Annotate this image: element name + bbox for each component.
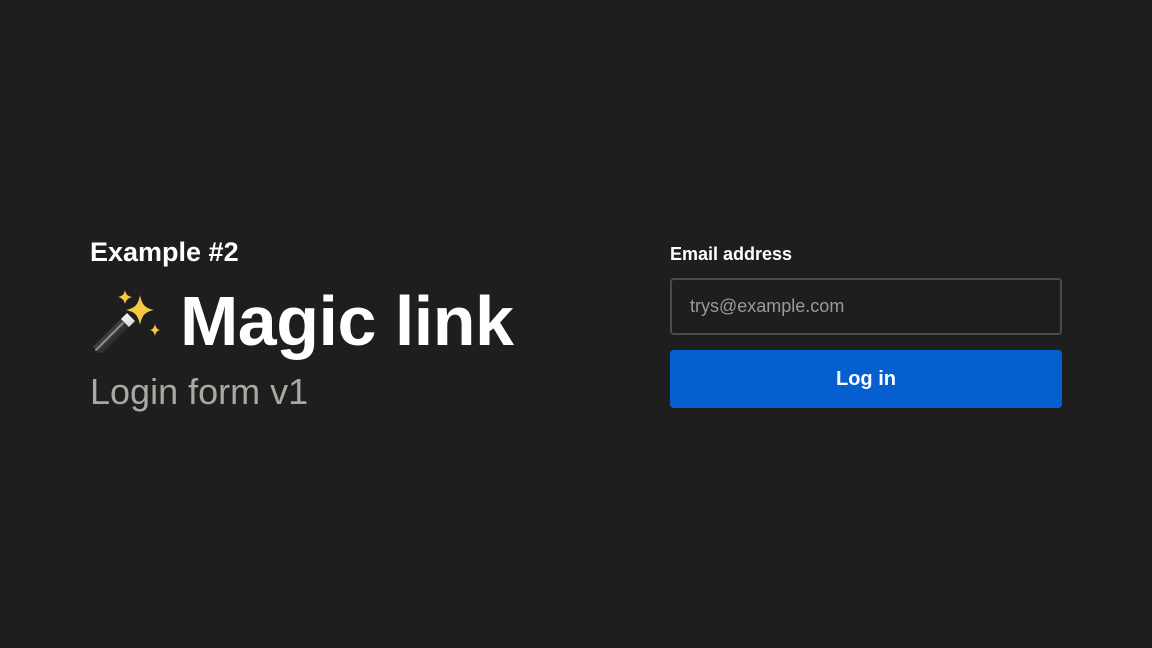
login-form: Email address Log in [670,242,1062,408]
intro-section: Example #2 Magic link Login form v1 [90,236,590,414]
log-in-button[interactable]: Log in [670,350,1062,408]
email-label: Email address [670,244,793,264]
example-label: Example #2 [90,237,239,267]
page-subtitle: Login form v1 [90,371,309,412]
wand-shape [93,313,135,353]
small-sparkle-top [118,290,132,304]
small-sparkle-bottom [150,324,160,336]
page-title: Magic link [180,282,514,360]
headline: Magic link [90,284,590,358]
magic-wand-sparkles-icon [93,290,160,353]
email-field[interactable] [670,278,1062,335]
